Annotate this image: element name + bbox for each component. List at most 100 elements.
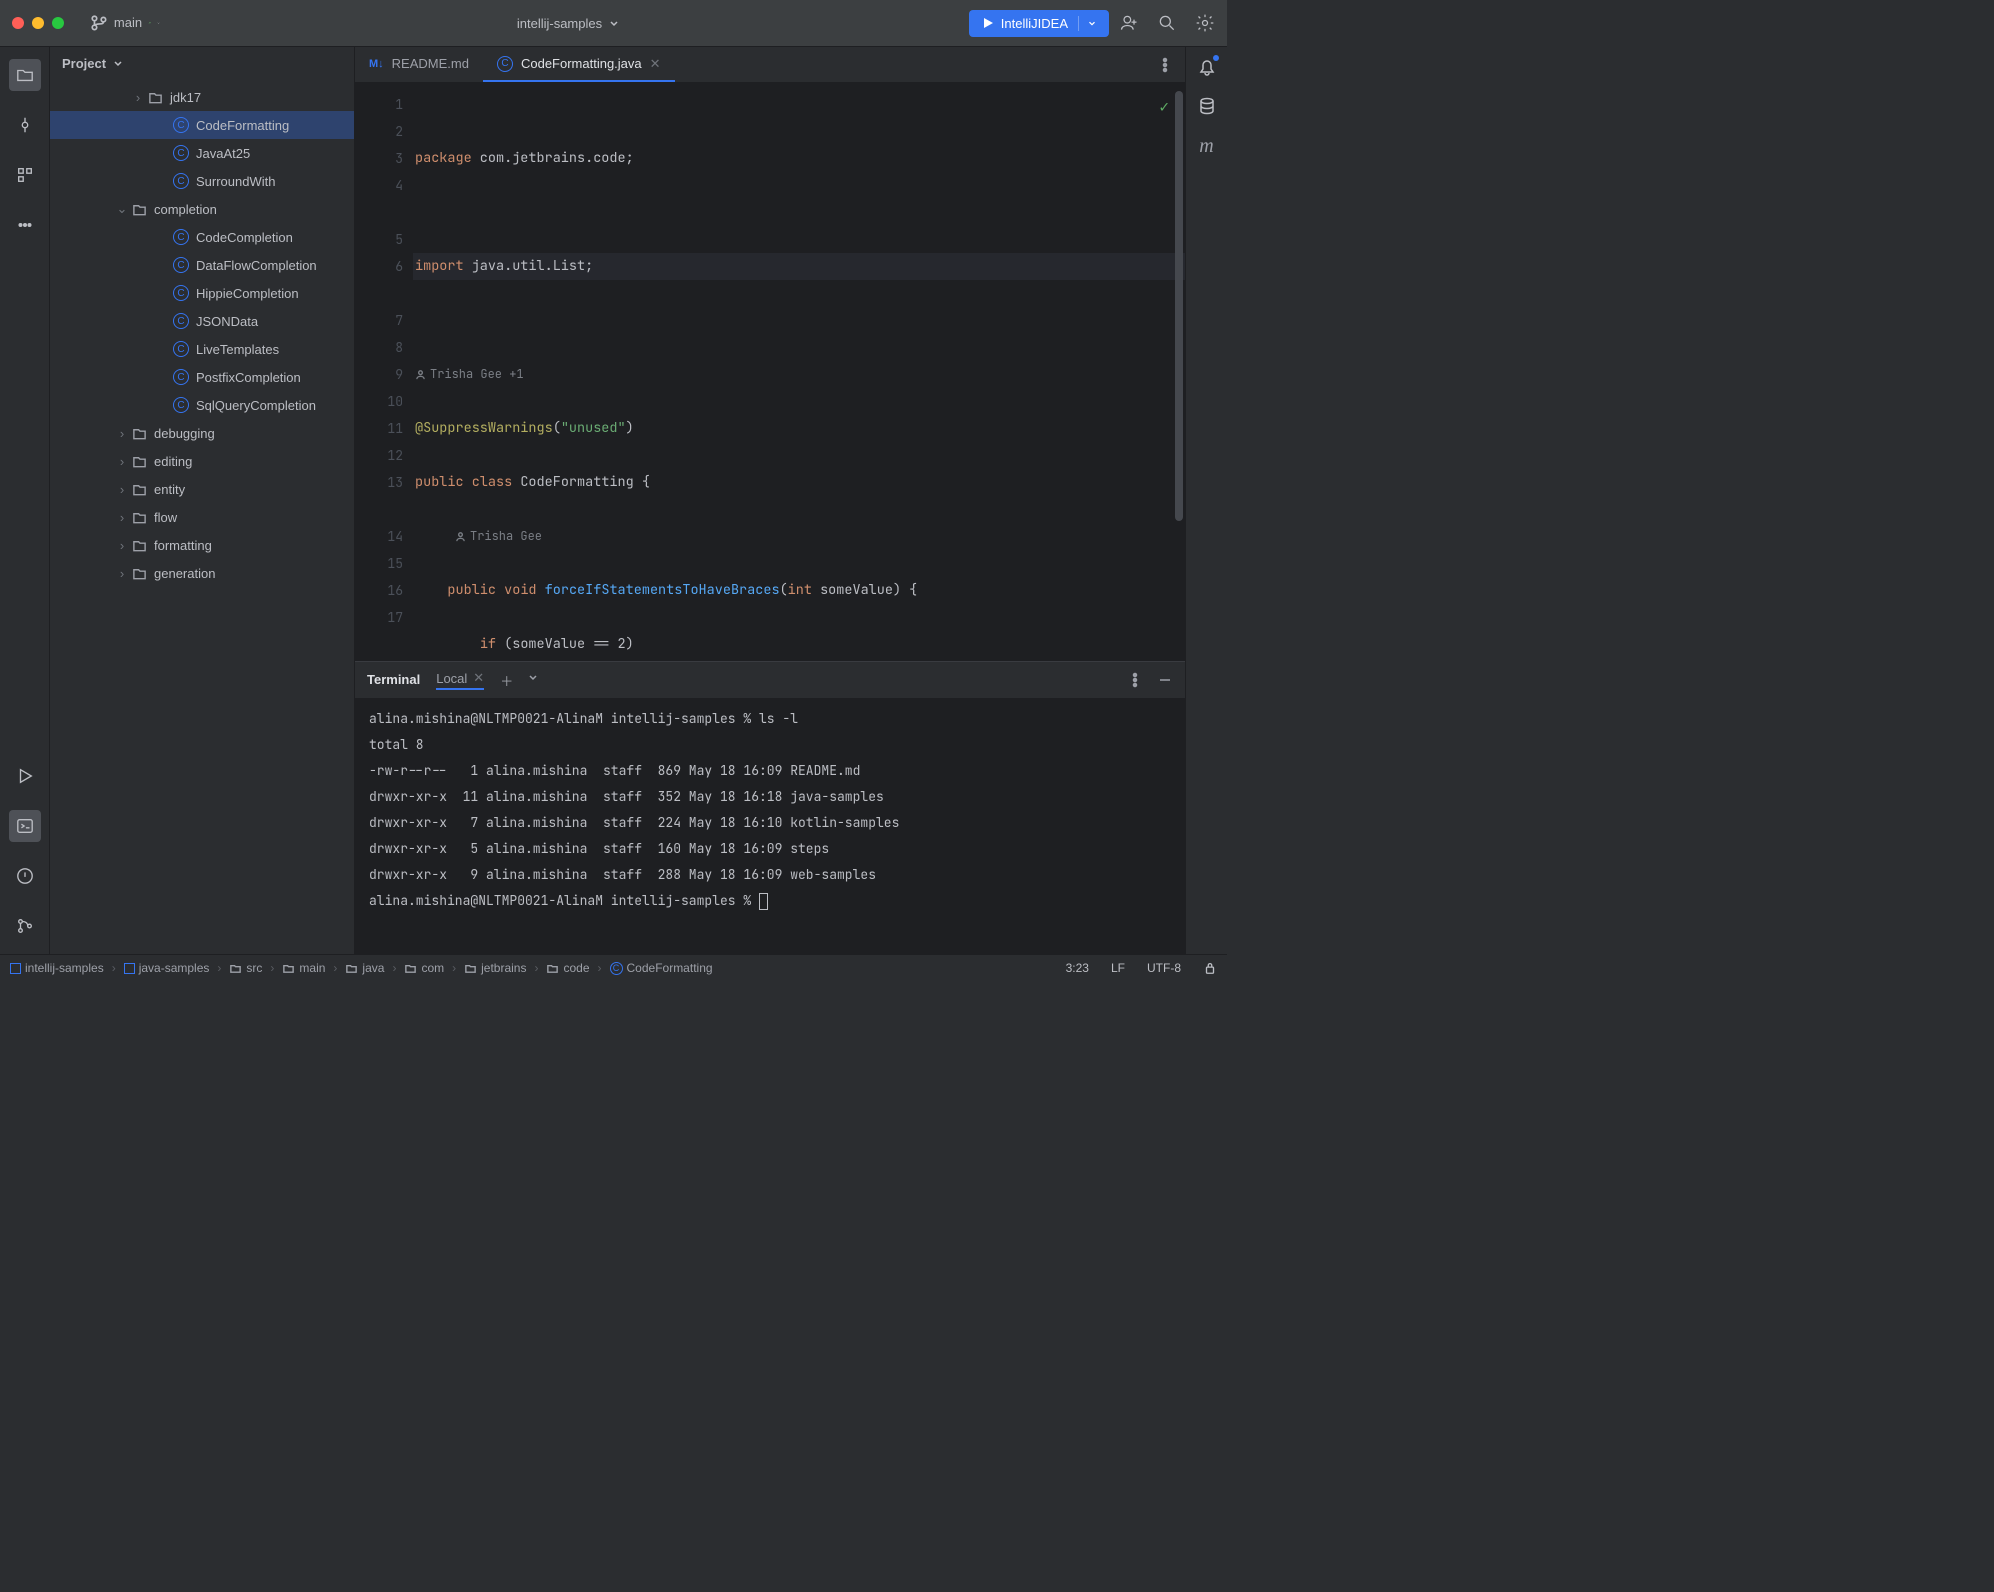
- line-separator[interactable]: LF: [1111, 961, 1125, 975]
- tree-row[interactable]: ›entity: [50, 475, 354, 503]
- minimize-window-button[interactable]: [32, 17, 44, 29]
- breadcrumb-item[interactable]: main: [282, 961, 325, 975]
- chevron-down-icon[interactable]: [527, 671, 539, 683]
- tree-label: SurroundWith: [196, 174, 275, 189]
- breadcrumb-item[interactable]: jetbrains: [464, 961, 526, 975]
- structure-tool-button[interactable]: [9, 159, 41, 191]
- breadcrumb-item[interactable]: java-samples: [124, 961, 210, 975]
- class-icon: C: [172, 340, 190, 358]
- minimize-panel-icon[interactable]: [1157, 672, 1173, 688]
- tree-row[interactable]: CJSONData: [50, 307, 354, 335]
- project-name: intellij-samples: [517, 16, 602, 31]
- tree-row[interactable]: CHippieCompletion: [50, 279, 354, 307]
- close-window-button[interactable]: [12, 17, 24, 29]
- problems-tool-button[interactable]: [9, 860, 41, 892]
- project-title-widget[interactable]: intellij-samples: [168, 16, 969, 31]
- tree-row[interactable]: CSqlQueryCompletion: [50, 391, 354, 419]
- code-token: void: [504, 581, 536, 599]
- tab-menu-button[interactable]: [1145, 47, 1185, 82]
- tree-row[interactable]: CCodeFormatting: [50, 111, 354, 139]
- code-token: import: [415, 257, 464, 275]
- tree-row[interactable]: CCodeCompletion: [50, 223, 354, 251]
- close-tab-button[interactable]: ✕: [650, 56, 661, 72]
- code-token: ): [626, 419, 634, 437]
- more-vertical-icon[interactable]: [1127, 672, 1143, 688]
- tree-row[interactable]: ›generation: [50, 559, 354, 587]
- terminal-session-tab[interactable]: Local ✕: [436, 670, 484, 690]
- tree-row[interactable]: ›formatting: [50, 531, 354, 559]
- breadcrumb-item[interactable]: java: [345, 961, 384, 975]
- terminal-output[interactable]: alina.mishina@NLTMP0021-AlinaM intellij-…: [355, 698, 1185, 954]
- readonly-lock-icon[interactable]: [1203, 961, 1217, 975]
- folder-icon: [345, 962, 358, 975]
- folder-icon: [146, 88, 164, 106]
- notifications-button[interactable]: [1197, 57, 1217, 80]
- person-icon: [415, 369, 426, 380]
- author-inlay[interactable]: Trisha Gee: [413, 523, 1185, 550]
- folder-icon: [16, 66, 34, 84]
- maven-tool-button[interactable]: m: [1199, 135, 1213, 158]
- vcs-branch-widget[interactable]: main: [82, 10, 168, 36]
- breadcrumbs[interactable]: intellij-samples›java-samples›src›main›j…: [10, 961, 713, 975]
- code-token: com.jetbrains.code;: [472, 149, 634, 167]
- code-area[interactable]: ✓ package com.jetbrains.code; import jav…: [413, 83, 1185, 661]
- tree-row[interactable]: CDataFlowCompletion: [50, 251, 354, 279]
- tree-label: editing: [154, 454, 192, 469]
- code-token: public: [447, 581, 496, 599]
- settings-gear-icon[interactable]: [1195, 13, 1215, 33]
- search-icon[interactable]: [1157, 13, 1177, 33]
- run-config-dropdown[interactable]: [1078, 16, 1097, 31]
- folder-icon: [130, 564, 148, 582]
- breadcrumb-item[interactable]: CCodeFormatting: [610, 961, 713, 975]
- terminal-tool-button[interactable]: [9, 810, 41, 842]
- project-panel-header[interactable]: Project: [50, 47, 354, 79]
- folder-icon: [464, 962, 477, 975]
- run-tool-button[interactable]: [9, 760, 41, 792]
- editor-body[interactable]: 1234567891011121314151617 ✓ package com.…: [355, 83, 1185, 661]
- database-icon: [1197, 96, 1217, 116]
- tree-row[interactable]: ›editing: [50, 447, 354, 475]
- folder-icon: [229, 962, 242, 975]
- chevron-down-icon: [1087, 18, 1097, 28]
- caret-position[interactable]: 3:23: [1066, 961, 1089, 975]
- run-config-button[interactable]: IntelliJIDEA: [969, 10, 1109, 37]
- more-tool-button[interactable]: [9, 209, 41, 241]
- tree-row[interactable]: CPostfixCompletion: [50, 363, 354, 391]
- tree-row[interactable]: ›flow: [50, 503, 354, 531]
- breadcrumb-item[interactable]: intellij-samples: [10, 961, 104, 975]
- database-tool-button[interactable]: [1197, 96, 1217, 119]
- terminal-title[interactable]: Terminal: [367, 672, 420, 689]
- breadcrumb-item[interactable]: code: [546, 961, 589, 975]
- tree-row[interactable]: CSurroundWith: [50, 167, 354, 195]
- tab-codeformatting[interactable]: C CodeFormatting.java ✕: [483, 47, 675, 82]
- inspection-ok-icon[interactable]: ✓: [1159, 93, 1169, 120]
- play-icon: [16, 767, 34, 785]
- breadcrumb-item[interactable]: com: [404, 961, 444, 975]
- code-with-me-icon[interactable]: [1119, 13, 1139, 33]
- tree-row[interactable]: CLiveTemplates: [50, 335, 354, 363]
- new-terminal-button[interactable]: ＋: [500, 671, 513, 690]
- tree-row[interactable]: ⌄completion: [50, 195, 354, 223]
- tree-row[interactable]: ›debugging: [50, 419, 354, 447]
- editor-tabs: M↓ README.md C CodeFormatting.java ✕: [355, 47, 1185, 83]
- tree-label: DataFlowCompletion: [196, 258, 317, 273]
- markdown-icon: M↓: [369, 58, 384, 70]
- tree-label: debugging: [154, 426, 215, 441]
- branch-name: main: [114, 15, 142, 30]
- project-tool-button[interactable]: [9, 59, 41, 91]
- breadcrumb-item[interactable]: src: [229, 961, 262, 975]
- tab-label: CodeFormatting.java: [521, 56, 642, 71]
- close-terminal-tab[interactable]: ✕: [473, 670, 484, 686]
- git-tool-button[interactable]: [9, 910, 41, 942]
- editor-scrollbar[interactable]: [1175, 91, 1183, 521]
- maximize-window-button[interactable]: [52, 17, 64, 29]
- tree-row[interactable]: ›jdk17: [50, 83, 354, 111]
- file-encoding[interactable]: UTF-8: [1147, 961, 1181, 975]
- project-tree[interactable]: ›jdk17CCodeFormattingCJavaAt25CSurroundW…: [50, 79, 354, 954]
- author-inlay[interactable]: Trisha Gee +1: [413, 361, 1185, 388]
- project-panel-title: Project: [62, 56, 106, 71]
- code-token: ): [626, 635, 634, 653]
- commit-tool-button[interactable]: [9, 109, 41, 141]
- tab-readme[interactable]: M↓ README.md: [355, 47, 483, 82]
- tree-row[interactable]: CJavaAt25: [50, 139, 354, 167]
